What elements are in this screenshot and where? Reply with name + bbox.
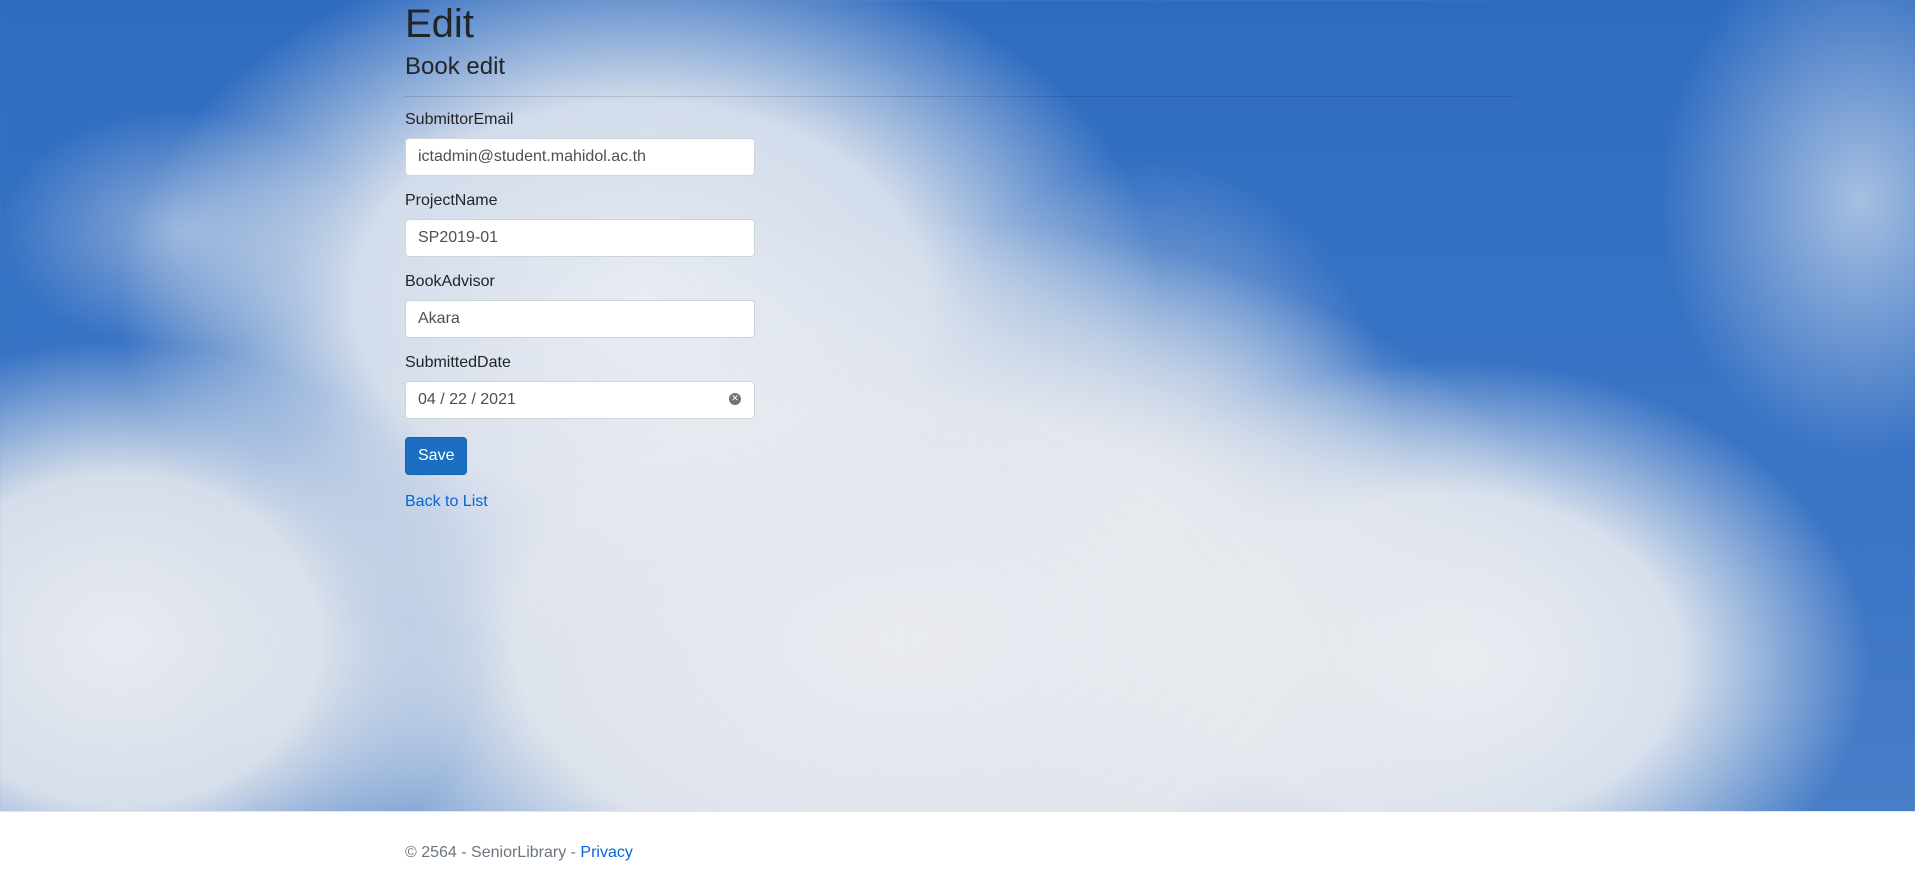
page-title: Edit <box>405 2 474 46</box>
privacy-link[interactable]: Privacy <box>580 844 632 861</box>
submitted-date-label: SubmittedDate <box>405 354 511 371</box>
submitted-date-input[interactable] <box>405 381 755 419</box>
form-group-book-advisor: BookAdvisor <box>405 273 755 338</box>
footer-copyright: © 2564 - SeniorLibrary - <box>405 844 581 861</box>
divider <box>405 96 1515 97</box>
page-subtitle: Book edit <box>405 53 506 80</box>
book-advisor-label: BookAdvisor <box>405 273 495 290</box>
form-group-submitted-date: SubmittedDate ✕ <box>405 354 755 419</box>
back-to-list-link[interactable]: Back to List <box>405 493 755 511</box>
clear-date-icon[interactable]: ✕ <box>729 393 741 405</box>
main-container: Edit Book edit SubmittorEmail ProjectNam… <box>405 0 1515 511</box>
project-name-label: ProjectName <box>405 192 498 209</box>
footer: © 2564 - SeniorLibrary - Privacy <box>0 811 1915 873</box>
form-group-submittor-email: SubmittorEmail <box>405 111 755 176</box>
edit-form: SubmittorEmail ProjectName BookAdvisor S… <box>405 111 755 511</box>
footer-text: © 2564 - SeniorLibrary - Privacy <box>405 844 633 862</box>
form-group-project-name: ProjectName <box>405 192 755 257</box>
project-name-input[interactable] <box>405 219 755 257</box>
save-button[interactable]: Save <box>405 437 468 475</box>
book-advisor-input[interactable] <box>405 300 755 338</box>
submittor-email-input[interactable] <box>405 138 755 176</box>
submittor-email-label: SubmittorEmail <box>405 111 514 128</box>
submitted-date-wrapper: ✕ <box>405 381 755 419</box>
